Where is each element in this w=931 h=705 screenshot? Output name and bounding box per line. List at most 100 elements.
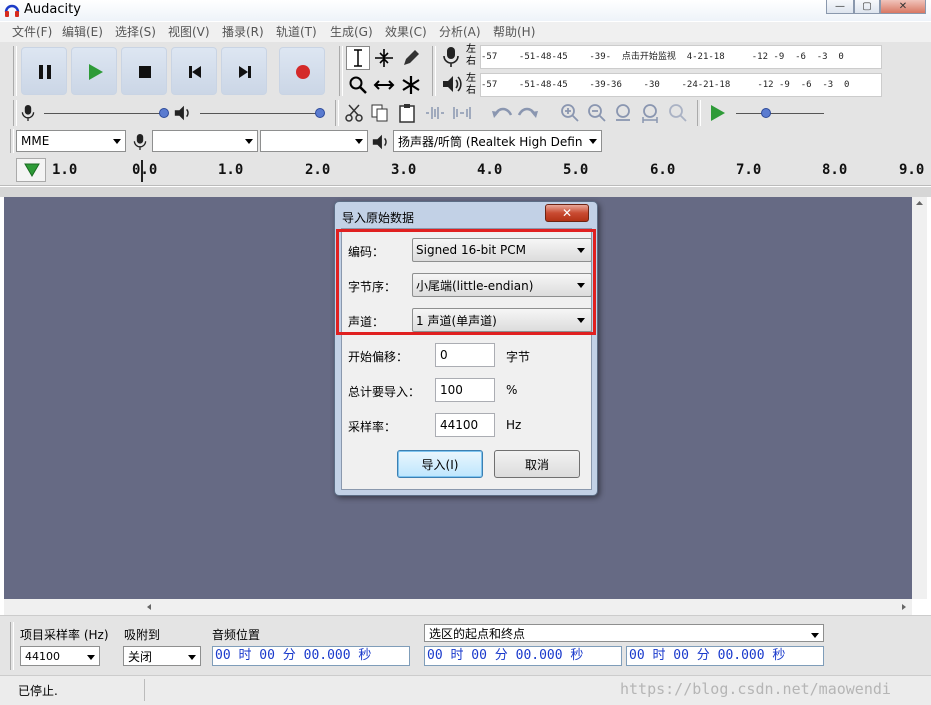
import-button[interactable]: 导入(I) [397,450,483,478]
draw-tool[interactable] [399,46,423,70]
multi-tool[interactable] [399,73,423,97]
copy-button[interactable] [368,101,392,125]
undo-button[interactable] [490,101,514,125]
record-icon [296,65,310,79]
audio-host-select[interactable]: MME [16,130,126,152]
playback-meter[interactable]: -57 -51-48-45 -39-36 -30 -24-21-18 -12 -… [480,73,882,97]
record-button[interactable] [279,47,325,95]
ruler-tick: 1.0 [52,162,78,178]
output-volume-thumb[interactable] [315,108,325,118]
menu-view[interactable]: 视图(V) [168,25,210,39]
pause-button[interactable] [21,47,67,95]
toolbar-grip[interactable] [13,100,17,126]
fit-selection-button[interactable] [612,101,636,125]
sample-rate-input[interactable]: 44100 [435,413,495,437]
toolbar-grip[interactable] [10,622,14,670]
output-volume-slider[interactable] [200,113,322,114]
play-at-speed-button[interactable] [705,101,729,125]
play-button[interactable] [71,47,117,95]
playback-device-select[interactable]: 扬声器/听筒 (Realtek High Defin [393,130,602,152]
cancel-button[interactable]: 取消 [494,450,580,478]
recording-device-select[interactable] [152,130,258,152]
timeline-ruler[interactable]: 1.0 0.0 1.0 2.0 3.0 4.0 5.0 6.0 7.0 8.0 … [0,156,931,186]
recording-meter[interactable]: -57 -51-48-45 -39- 点击开始监视 4-21-18 -12 -9… [480,45,882,69]
menu-edit[interactable]: 编辑(E) [62,25,103,39]
selection-tool[interactable] [346,46,370,70]
input-volume-thumb[interactable] [159,108,169,118]
zoom-toggle-icon [669,104,687,122]
pause-icon [39,65,51,79]
double-arrow-icon [373,80,395,90]
chevron-down-icon [113,139,121,144]
amount-unit: % [506,383,518,397]
chevron-down-icon [188,655,196,660]
zoom-tool[interactable] [346,73,370,97]
amount-input[interactable]: 100 [435,378,495,402]
menu-tracks[interactable]: 轨道(T) [276,25,317,39]
selection-mode-select[interactable]: 选区的起点和终点 [424,624,824,642]
menu-file[interactable]: 文件(F) [12,25,52,39]
project-rate-select[interactable]: 44100 [20,646,100,666]
silence-audio-icon [453,107,471,119]
skip-start-icon [189,66,201,78]
audio-position-time[interactable]: 00 时 00 分 00.000 秒 [212,646,410,666]
start-offset-input[interactable]: 0 [435,343,495,367]
zoom-out-button[interactable] [585,101,609,125]
stop-button[interactable] [121,47,167,95]
ruler-tick: 8.0 [822,162,848,178]
zoom-toggle-button[interactable] [666,101,690,125]
toolbar-grip[interactable] [10,129,14,153]
skip-end-icon [239,66,251,78]
menu-generate[interactable]: 生成(G) [330,25,373,39]
menu-analyze[interactable]: 分析(A) [439,25,481,39]
toolbar-grip[interactable] [335,100,339,126]
skip-to-end-button[interactable] [221,47,267,95]
window-title: Audacity [24,2,81,17]
redo-button[interactable] [516,101,540,125]
dialog-close-button[interactable]: ✕ [545,204,589,222]
audio-position-label: 音频位置 [212,628,261,642]
toolbar-grip[interactable] [697,100,701,126]
menu-select[interactable]: 选择(S) [115,25,156,39]
snap-to-value: 关闭 [128,649,153,664]
maximize-button[interactable]: ▢ [854,0,880,14]
window-close-button[interactable]: ✕ [880,0,926,14]
playback-speed-thumb[interactable] [761,108,771,118]
magnifier-icon [349,76,367,94]
cut-button[interactable] [342,101,366,125]
meter-right-label: 右 [466,56,476,67]
snap-to-select[interactable]: 关闭 [123,646,201,666]
time-shift-tool[interactable] [372,73,396,97]
menu-effect[interactable]: 效果(C) [385,25,427,39]
silence-button[interactable] [450,101,474,125]
paste-button[interactable] [395,101,419,125]
playback-speed-slider[interactable] [736,113,824,114]
menu-transport[interactable]: 播录(R) [222,25,264,39]
toolbar-grip[interactable] [339,46,343,96]
selection-mode-value: 选区的起点和终点 [429,626,526,641]
toolbar-grip[interactable] [13,46,17,96]
clipboard-icon [399,104,415,123]
pin-playhead-button[interactable] [16,158,46,182]
recording-channels-select[interactable] [260,130,368,152]
undo-icon [492,107,513,118]
menu-help[interactable]: 帮助(H) [493,25,535,39]
scissors-icon [345,104,363,122]
zoom-in-button[interactable] [558,101,582,125]
vertical-scrollbar[interactable] [912,197,927,599]
zoom-fit-selection-icon [616,104,630,121]
selection-end-time[interactable]: 00 时 00 分 00.000 秒 [626,646,824,666]
play-at-speed-icon [711,105,725,121]
fit-project-button[interactable] [639,101,663,125]
skip-to-start-button[interactable] [171,47,217,95]
horizontal-scrollbar[interactable] [4,599,912,615]
selection-start-time[interactable]: 00 时 00 分 00.000 秒 [424,646,622,666]
ruler-tick: 5.0 [563,162,589,178]
toolbar-grip[interactable] [432,46,436,96]
minimize-button[interactable]: — [826,0,854,14]
envelope-tool[interactable] [372,46,396,70]
input-volume-slider[interactable] [44,113,166,114]
trim-button[interactable] [423,101,447,125]
playhead-marker[interactable] [141,160,143,182]
sample-rate-label: 采样率： [348,420,397,434]
